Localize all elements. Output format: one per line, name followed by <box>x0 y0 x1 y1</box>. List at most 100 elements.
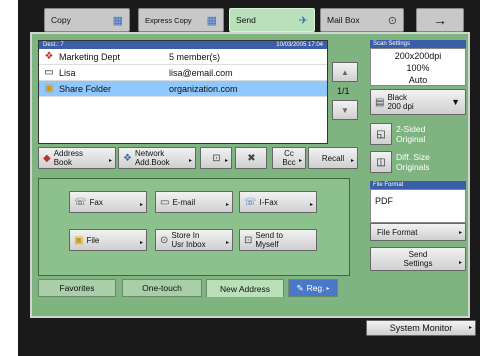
menu-arrow-icon: ▸ <box>350 158 354 164</box>
mode-value: Auto <box>408 75 428 85</box>
triangle-down-icon: ▼ <box>341 105 349 115</box>
ratio-value: 100% <box>406 63 430 73</box>
network-address-book-button[interactable]: ❖ Network Add.Book ▸ <box>118 147 196 169</box>
scan-settings-area: Scan Settings 200x200dpi 100% Auto ▤ Bla… <box>370 40 466 271</box>
tab-one-touch[interactable]: One-touch <box>122 279 202 297</box>
book-icon: ◆ <box>43 152 51 164</box>
copier-icon: ▦ <box>206 14 217 27</box>
diff-size-icon: ◫ <box>376 156 386 168</box>
file-format-value-box: PDF <box>370 189 466 223</box>
tab-copy[interactable]: Copy ▦ <box>44 8 130 32</box>
send-type-box: ☏ Fax ▸ ▭ E-mail ▸ ☏ I-Fax ▸ ▣ File ▸ ⊙ <box>38 178 350 276</box>
color-select-dropdown[interactable]: ▤ Black 200 dpi ▼ <box>370 89 466 115</box>
device-screen: Copy ▦ Express Copy ▦ Send ✈ Mail Box ⊙ … <box>18 0 480 356</box>
tab-label: Favorites <box>59 283 95 293</box>
send-panel: Dest.: 7 10/03/2005 17:04 ❖ Marketing De… <box>30 32 470 318</box>
recall-label: Recall <box>321 153 345 163</box>
email-icon: ▭ <box>160 196 170 208</box>
system-monitor-button[interactable]: System Monitor ▸ <box>366 320 476 336</box>
tab-label: Express Copy <box>145 15 192 25</box>
cc-bcc-label: Cc Bcc <box>282 149 296 167</box>
ifax-button[interactable]: ☏ I-Fax ▸ <box>239 191 317 213</box>
store-in-user-inbox-button[interactable]: ⊙ Store In Usr Inbox ▸ <box>155 229 233 251</box>
pencil-icon: ✎ <box>296 282 304 293</box>
scroll-down-button[interactable]: ▼ <box>332 100 358 120</box>
color-mode-name: Black <box>387 93 408 102</box>
send-to-myself-button[interactable]: ⊡ Send to Myself <box>239 229 317 251</box>
chevron-down-icon: ▼ <box>451 97 460 107</box>
menu-arrow-icon: ▸ <box>139 202 143 208</box>
file-label: File <box>86 235 100 245</box>
register-button[interactable]: ✎ Reg. ▸ <box>288 279 338 297</box>
network-icon: ❖ <box>123 152 132 164</box>
destination-row[interactable]: ▭ Lisa lisa@email.com <box>39 65 327 81</box>
color-mode: Black 200 dpi <box>387 93 413 111</box>
date-time: 10/03/2005 17:04 <box>276 42 323 48</box>
tab-express-copy[interactable]: Express Copy ▦ <box>138 8 224 32</box>
person-icon: ⊡ <box>244 234 253 246</box>
destination-count: Dest.: 7 <box>43 42 64 48</box>
destination-row-selected[interactable]: ▣ Share Folder organization.com <box>39 81 327 97</box>
next-arrow-button[interactable]: → <box>416 8 464 32</box>
delete-button[interactable]: ✖ <box>235 147 267 169</box>
menu-arrow-icon: ▸ <box>309 202 313 208</box>
destination-name: Share Folder <box>59 83 112 94</box>
destination-detail: organization.com <box>169 83 238 94</box>
tab-new-address[interactable]: New Address <box>206 279 284 297</box>
email-button[interactable]: ▭ E-mail ▸ <box>155 191 233 213</box>
diff-size-label: Diff. Size Originals <box>396 152 430 172</box>
page-indicator: 1/1 <box>337 86 350 96</box>
send-to-myself-label: Send to Myself <box>255 231 283 249</box>
tab-mail-box[interactable]: Mail Box ⊙ <box>320 8 404 32</box>
mailbox-icon: ⊙ <box>387 14 397 27</box>
two-sided-button[interactable]: ◱ <box>370 123 392 145</box>
email-label: E-mail <box>172 197 196 207</box>
send-settings-button[interactable]: Send Settings ▸ <box>370 247 466 271</box>
destination-name: Lisa <box>59 67 76 78</box>
detail-button[interactable]: ⊡ ▸ <box>200 147 232 169</box>
inbox-icon: ⊙ <box>160 234 169 246</box>
arrow-right-icon: → <box>433 12 447 28</box>
destination-row[interactable]: ❖ Marketing Dept 5 member(s) <box>39 49 327 65</box>
menu-arrow-icon: ▸ <box>188 158 192 164</box>
scan-settings-summary[interactable]: 200x200dpi 100% Auto <box>370 48 466 86</box>
send-settings-label: Send Settings <box>403 250 433 268</box>
fax-icon: ☏ <box>74 196 87 208</box>
network-address-book-label: Network Add.Book <box>134 149 170 167</box>
two-sided-label: 2-Sided Original <box>396 124 426 144</box>
system-monitor-label: System Monitor <box>389 322 453 333</box>
diff-size-row: ◫ Diff. Size Originals <box>370 151 466 173</box>
menu-arrow-icon: ▸ <box>108 158 112 164</box>
menu-arrow-icon: ▸ <box>298 158 302 164</box>
fax-button[interactable]: ☏ Fax ▸ <box>69 191 147 213</box>
folder-icon: ▣ <box>74 234 84 246</box>
file-format-header: File Format <box>370 181 466 189</box>
copier-icon: ▦ <box>112 14 123 27</box>
tab-label: New Address <box>219 283 271 294</box>
menu-arrow-icon: ▸ <box>225 202 229 208</box>
menu-arrow-icon: ▸ <box>326 285 330 292</box>
cc-bcc-button[interactable]: Cc Bcc ▸ <box>272 147 306 169</box>
tab-favorites[interactable]: Favorites <box>38 279 116 297</box>
tab-label: Copy <box>51 15 71 25</box>
recall-button[interactable]: Recall ▸ <box>308 147 358 169</box>
menu-arrow-icon: ▸ <box>225 240 229 246</box>
fax-label: Fax <box>89 197 103 207</box>
email-icon: ▭ <box>44 67 54 78</box>
destination-name: Marketing Dept <box>59 51 121 62</box>
file-button[interactable]: ▣ File ▸ <box>69 229 147 251</box>
folder-icon: ▣ <box>44 83 54 94</box>
tab-label: Send <box>236 15 256 25</box>
tab-send[interactable]: Send ✈ <box>229 8 315 32</box>
store-in-user-inbox-label: Store In Usr Inbox <box>171 231 206 249</box>
two-sided-row: ◱ 2-Sided Original <box>370 123 466 145</box>
ifax-label: I-Fax <box>259 197 278 207</box>
scroll-up-button[interactable]: ▲ <box>332 62 358 82</box>
trash-icon: ✖ <box>247 152 256 164</box>
bw-document-icon: ▤ <box>375 96 385 108</box>
address-book-button[interactable]: ◆ Address Book ▸ <box>38 147 116 169</box>
two-sided-icon: ◱ <box>376 128 386 140</box>
diff-size-button[interactable]: ◫ <box>370 151 392 173</box>
address-book-label: Address Book <box>53 149 84 167</box>
file-format-button[interactable]: File Format ▸ <box>370 223 466 241</box>
